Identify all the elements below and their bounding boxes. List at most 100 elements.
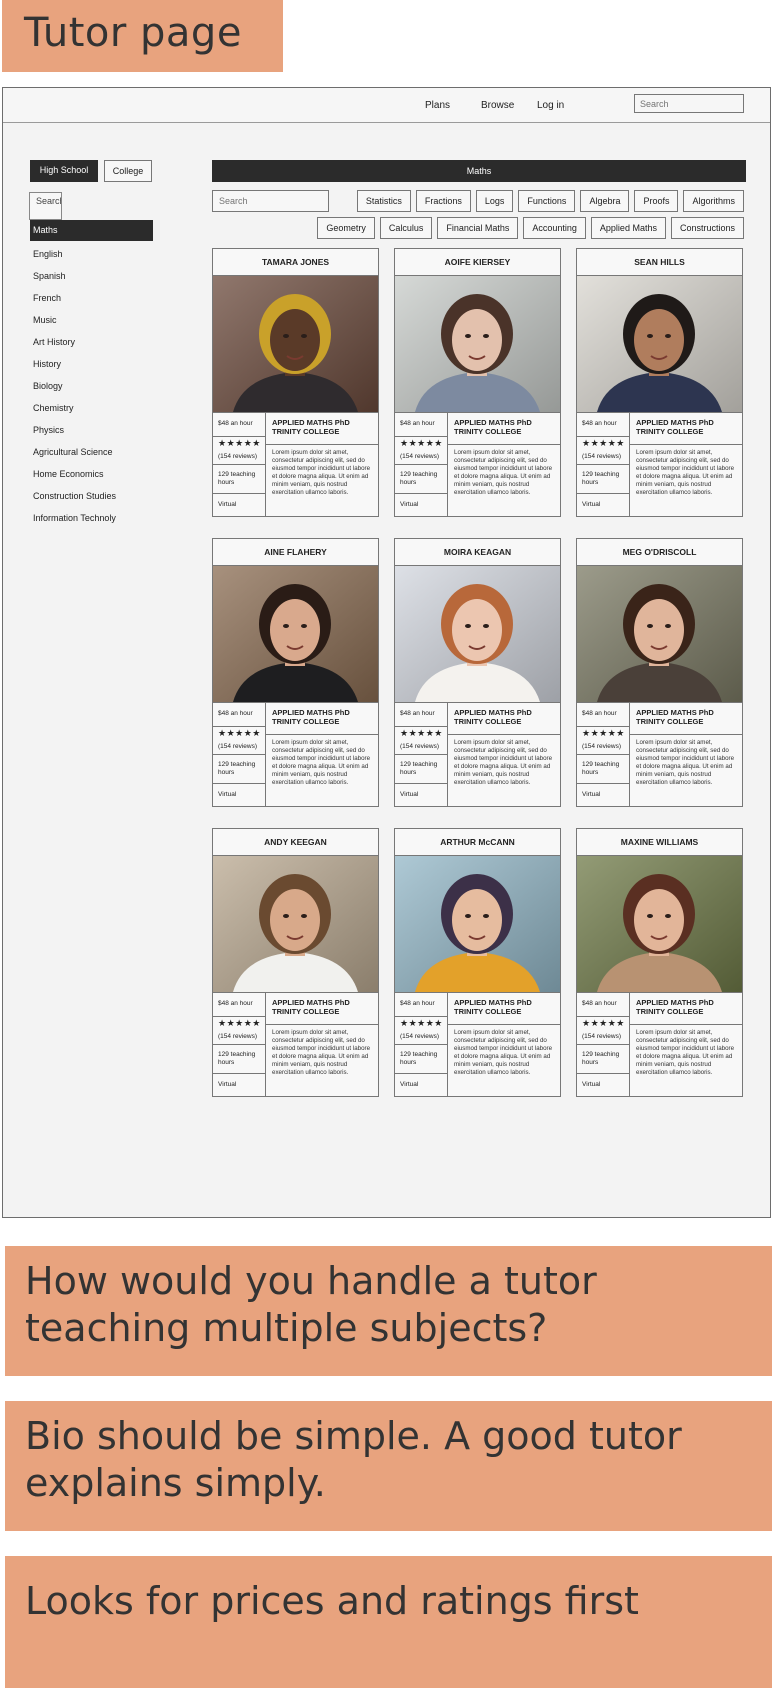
filter-chip-constructions[interactable]: Constructions bbox=[670, 217, 744, 239]
sidebar-item-physics[interactable]: Physics bbox=[30, 419, 153, 441]
top-navigation-bar: Plans Browse Log in bbox=[3, 88, 770, 123]
tutor-bio: Lorem ipsum dolor sit amet, consectetur … bbox=[636, 739, 735, 786]
nav-plans-link[interactable]: Plans bbox=[425, 100, 450, 111]
hourly-price: $48 an hour bbox=[577, 993, 629, 1017]
tutor-page-wireframe: Plans Browse Log in High School College … bbox=[2, 87, 771, 1218]
filter-chip-financial-maths[interactable]: Financial Maths bbox=[437, 217, 519, 239]
lesson-mode: Virtual bbox=[582, 1081, 601, 1088]
tutor-qualification: APPLIED MATHS PhD TRINITY COLLEGE bbox=[448, 993, 560, 1025]
sidebar-item-spanish[interactable]: Spanish bbox=[30, 265, 153, 287]
sidebar-item-maths[interactable]: Maths bbox=[30, 220, 153, 241]
tutor-name: MOIRA KEAGAN bbox=[395, 539, 560, 566]
filter-chip-geometry[interactable]: Geometry bbox=[317, 217, 375, 239]
teaching-hours: 129 teaching hours bbox=[213, 755, 265, 784]
sidebar-item-english[interactable]: English bbox=[30, 243, 153, 265]
hourly-price: $48 an hour bbox=[213, 993, 265, 1017]
tutor-portrait-image bbox=[213, 566, 378, 702]
sidebar-item-construction-studies[interactable]: Construction Studies bbox=[30, 485, 153, 507]
teaching-hours: 129 teaching hours bbox=[577, 1045, 629, 1074]
filter-chip-logs[interactable]: Logs bbox=[475, 190, 514, 212]
filter-chip-functions[interactable]: Functions bbox=[518, 190, 576, 212]
tutor-portrait-image bbox=[395, 276, 560, 412]
tutor-photo bbox=[395, 276, 560, 413]
sidebar-search-input[interactable]: Search bbox=[29, 192, 62, 220]
lesson-mode: Virtual bbox=[218, 501, 237, 508]
tutor-photo bbox=[577, 276, 742, 413]
tutor-portrait-image bbox=[577, 566, 742, 702]
nav-search-input[interactable] bbox=[634, 94, 744, 113]
college-toggle[interactable]: College bbox=[104, 160, 152, 182]
review-count: (154 reviews) bbox=[577, 1031, 629, 1045]
tutor-card[interactable]: MAXINE WILLIAMS $48 an hour ★★★★★ (154 r… bbox=[576, 828, 743, 1097]
filter-chip-calculus[interactable]: Calculus bbox=[379, 217, 433, 239]
review-count: (154 reviews) bbox=[213, 451, 265, 465]
filter-chip-applied-maths[interactable]: Applied Maths bbox=[590, 217, 666, 239]
tutor-card[interactable]: AOIFE KIERSEY $48 an hour ★★★★★ (154 rev… bbox=[394, 248, 561, 517]
filter-chip-proofs[interactable]: Proofs bbox=[634, 190, 679, 212]
tutor-qualification: APPLIED MATHS PhD TRINITY COLLEGE bbox=[630, 993, 742, 1025]
review-count: (154 reviews) bbox=[577, 451, 629, 465]
tutor-card[interactable]: ANDY KEEGAN $48 an hour ★★★★★ (154 revie… bbox=[212, 828, 379, 1097]
sidebar-item-french[interactable]: French bbox=[30, 287, 153, 309]
star-rating-icon: ★★★★★ bbox=[582, 1018, 625, 1028]
tutor-card[interactable]: ARTHUR McCANN $48 an hour ★★★★★ (154 rev… bbox=[394, 828, 561, 1097]
tutor-photo bbox=[577, 566, 742, 703]
filter-chip-fractions[interactable]: Fractions bbox=[415, 190, 471, 212]
star-rating-icon: ★★★★★ bbox=[582, 438, 625, 448]
tutor-photo bbox=[395, 566, 560, 703]
tutor-bio: Lorem ipsum dolor sit amet, consectetur … bbox=[272, 739, 371, 786]
hourly-price: $48 an hour bbox=[577, 703, 629, 727]
annotation-title: Tutor page bbox=[2, 0, 283, 72]
high-school-toggle[interactable]: High School bbox=[30, 160, 98, 182]
filter-chip-accounting[interactable]: Accounting bbox=[523, 217, 586, 239]
tutor-photo bbox=[213, 276, 378, 413]
tutor-photo bbox=[213, 566, 378, 703]
tutor-qualification: APPLIED MATHS PhD TRINITY COLLEGE bbox=[448, 703, 560, 735]
sidebar-item-home-economics[interactable]: Home Economics bbox=[30, 463, 153, 485]
teaching-hours: 129 teaching hours bbox=[395, 465, 447, 494]
subject-sidebar: Maths English Spanish French Music Art Histor… bbox=[30, 220, 153, 529]
sidebar-item-information-technoly[interactable]: Information Technoly bbox=[30, 507, 153, 529]
review-count: (154 reviews) bbox=[395, 1031, 447, 1045]
tutor-portrait-image bbox=[213, 856, 378, 992]
nav-browse-link[interactable]: Browse bbox=[481, 100, 514, 111]
filter-chip-statistics[interactable]: Statistics bbox=[356, 190, 411, 212]
annotation-comment-3: Looks for prices and ratings first bbox=[5, 1556, 772, 1688]
tutor-name: AINE FLAHERY bbox=[213, 539, 378, 566]
tutor-photo bbox=[577, 856, 742, 993]
annotation-comment-2: Bio should be simple. A good tutor expla… bbox=[5, 1401, 772, 1531]
tutor-bio: Lorem ipsum dolor sit amet, consectetur … bbox=[454, 739, 553, 786]
subject-title-bar: Maths bbox=[212, 160, 746, 182]
sidebar-item-biology[interactable]: Biology bbox=[30, 375, 153, 397]
lesson-mode: Virtual bbox=[218, 791, 237, 798]
tutor-bio: Lorem ipsum dolor sit amet, consectetur … bbox=[454, 449, 553, 496]
sidebar-item-music[interactable]: Music bbox=[30, 309, 153, 331]
lesson-mode: Virtual bbox=[400, 501, 419, 508]
star-rating-icon: ★★★★★ bbox=[400, 728, 443, 738]
tutor-name: TAMARA JONES bbox=[213, 249, 378, 276]
hourly-price: $48 an hour bbox=[395, 703, 447, 727]
tutor-name: MAXINE WILLIAMS bbox=[577, 829, 742, 856]
teaching-hours: 129 teaching hours bbox=[213, 465, 265, 494]
tutor-card[interactable]: AINE FLAHERY $48 an hour ★★★★★ (154 revi… bbox=[212, 538, 379, 807]
sidebar-item-art-history[interactable]: Art History bbox=[30, 331, 153, 353]
tutor-name: AOIFE KIERSEY bbox=[395, 249, 560, 276]
tutor-qualification: APPLIED MATHS PhD TRINITY COLLEGE bbox=[630, 413, 742, 445]
tutor-card[interactable]: MOIRA KEAGAN $48 an hour ★★★★★ (154 revi… bbox=[394, 538, 561, 807]
tutor-card[interactable]: MEG O'DRISCOLL $48 an hour ★★★★★ (154 re… bbox=[576, 538, 743, 807]
tutor-name: MEG O'DRISCOLL bbox=[577, 539, 742, 566]
review-count: (154 reviews) bbox=[395, 451, 447, 465]
filter-chip-algebra[interactable]: Algebra bbox=[580, 190, 630, 212]
nav-login-link[interactable]: Log in bbox=[537, 100, 564, 111]
sidebar-item-history[interactable]: History bbox=[30, 353, 153, 375]
tutor-search-input[interactable] bbox=[212, 190, 329, 212]
teaching-hours: 129 teaching hours bbox=[395, 1045, 447, 1074]
sidebar-item-agricultural-science[interactable]: Agricultural Science bbox=[30, 441, 153, 463]
sidebar-item-chemistry[interactable]: Chemistry bbox=[30, 397, 153, 419]
lesson-mode: Virtual bbox=[400, 1081, 419, 1088]
star-rating-icon: ★★★★★ bbox=[218, 438, 261, 448]
tutor-card[interactable]: TAMARA JONES $48 an hour ★★★★★ (154 revi… bbox=[212, 248, 379, 517]
review-count: (154 reviews) bbox=[213, 1031, 265, 1045]
tutor-card[interactable]: SEAN HILLS $48 an hour ★★★★★ (154 review… bbox=[576, 248, 743, 517]
filter-chip-algorithms[interactable]: Algorithms bbox=[683, 190, 744, 212]
